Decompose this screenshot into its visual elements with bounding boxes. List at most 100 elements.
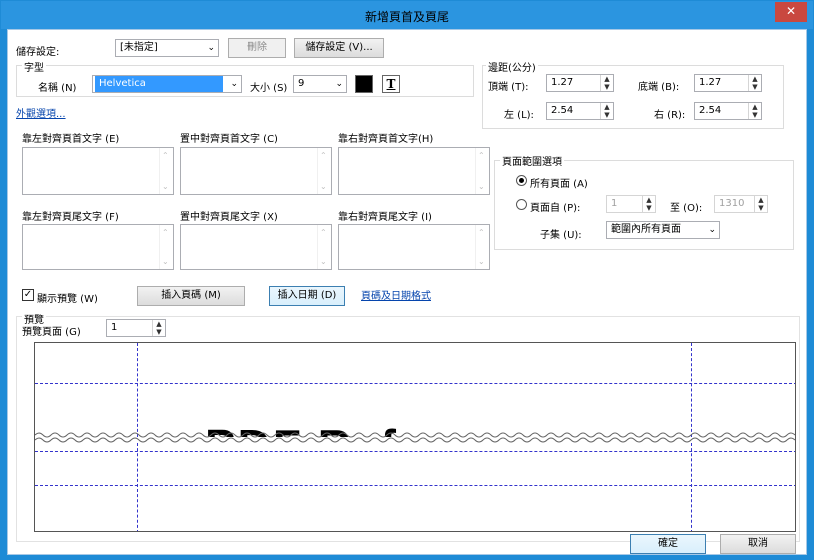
scrollbar[interactable]: ⌃ ⌄ [159,148,173,194]
preview-canvas: PDF Ref [34,342,796,532]
all-pages-label: 所有頁面 (A) [530,179,588,190]
spinner-arrows-icon[interactable]: ▲ ▼ [600,75,613,91]
appearance-options-link[interactable]: 外觀選項... [16,105,66,120]
spinner-arrows-icon[interactable]: ▲ ▼ [152,320,165,336]
scroll-down-icon[interactable]: ⌄ [162,182,169,191]
margin-bottom-value: 1.27 [699,77,722,88]
preview-page-value: 1 [111,322,118,333]
scroll-up-icon[interactable]: ⌃ [162,228,169,237]
page-to-value: 1310 [719,198,745,209]
scrollbar[interactable]: ⌃ ⌄ [159,225,173,269]
close-button[interactable]: ✕ [775,2,807,22]
dialog-body: 儲存設定: [未指定] ⌄ 刪除 儲存設定 (V)... 字型 名稱 (N) H… [7,29,807,555]
scrollbar[interactable]: ⌃ ⌄ [317,148,331,194]
margin-right-value: 2.54 [699,105,722,116]
subset-dropdown[interactable]: 範圍內所有頁面 ⌄ [606,221,720,239]
footer-right-textarea[interactable]: ⌃ ⌄ [338,224,490,270]
page-to-label: 至 (O): [670,203,703,214]
margin-top-label: 頂端 (T): [488,82,529,93]
margin-left-label: 左 (L): [504,110,534,121]
scroll-up-icon[interactable]: ⌃ [478,228,485,237]
scroll-down-icon[interactable]: ⌄ [162,257,169,266]
scroll-down-icon[interactable]: ⌄ [478,257,485,266]
page-break-wave [35,432,795,443]
font-color-swatch[interactable] [355,75,373,93]
header-center-textarea[interactable]: ⌃ ⌄ [180,147,332,195]
font-size-dropdown[interactable]: 9 ⌄ [293,75,347,93]
footer-right-label: 靠右對齊頁尾文字 (I) [338,212,432,223]
font-name-label: 名稱 (N) [38,83,77,94]
scroll-down-icon[interactable]: ⌄ [320,182,327,191]
font-size-label: 大小 (S) [250,83,288,94]
show-preview-label: 顯示預覽 (W) [37,294,98,305]
ok-button[interactable]: 確定 [630,534,706,554]
header-margin-guide-lower [35,451,795,452]
scroll-down-icon[interactable]: ⌄ [320,257,327,266]
underline-icon[interactable]: T [382,75,400,93]
saved-settings-value: [未指定] [120,42,158,53]
footer-left-label: 靠左對齊頁尾文字 (F) [22,212,119,223]
header-right-textarea[interactable]: ⌃ ⌄ [338,147,490,195]
scroll-up-icon[interactable]: ⌃ [162,151,169,160]
scrollbar[interactable]: ⌃ ⌄ [317,225,331,269]
pages-from-radio[interactable] [516,199,527,210]
page-range-group-label: 頁面範圍選項 [500,153,564,168]
save-settings-button[interactable]: 儲存設定 (V)... [294,38,384,58]
chevron-down-icon: ⌄ [708,225,716,235]
chevron-down-icon: ⌄ [230,79,238,89]
header-center-label: 置中對齊頁首文字 (C) [180,134,278,145]
page-to-spinner[interactable]: 1310 ▲ ▼ [714,195,768,213]
margin-left-value: 2.54 [551,105,574,116]
chevron-down-icon: ⌄ [335,79,343,89]
all-pages-radio[interactable] [516,175,527,186]
header-left-label: 靠左對齊頁首文字 (E) [22,134,120,145]
preview-page-spinner[interactable]: 1 ▲ ▼ [106,319,166,337]
cancel-button[interactable]: 取消 [720,534,796,554]
margin-top-spinner[interactable]: 1.27 ▲ ▼ [546,74,614,92]
chevron-down-icon: ⌄ [207,43,215,53]
pages-from-label: 頁面自 (P): [530,203,581,214]
spinner-arrows-icon[interactable]: ▲ ▼ [754,196,767,212]
margin-bottom-label: 底端 (B): [638,82,680,93]
scrollbar[interactable]: ⌃ ⌄ [475,148,489,194]
spinner-arrows-icon[interactable]: ▲ ▼ [748,75,761,91]
footer-center-textarea[interactable]: ⌃ ⌄ [180,224,332,270]
scroll-up-icon[interactable]: ⌃ [478,151,485,160]
saved-settings-dropdown[interactable]: [未指定] ⌄ [115,39,219,57]
footer-center-label: 置中對齊頁尾文字 (X) [180,212,278,223]
margin-right-spinner[interactable]: 2.54 ▲ ▼ [694,102,762,120]
delete-button[interactable]: 刪除 [228,38,286,58]
page-from-spinner[interactable]: 1 ▲ ▼ [606,195,656,213]
header-left-textarea[interactable]: ⌃ ⌄ [22,147,174,195]
page-from-value: 1 [611,198,618,209]
dialog-title: 新增頁首及頁尾 [364,10,449,24]
font-group-label: 字型 [22,59,46,74]
margin-left-spinner[interactable]: 2.54 ▲ ▼ [546,102,614,120]
scroll-down-icon[interactable]: ⌄ [478,182,485,191]
preview-page-label: 預覽頁面 (G) [22,327,81,338]
footer-left-textarea[interactable]: ⌃ ⌄ [22,224,174,270]
title-bar[interactable]: 新增頁首及頁尾 ✕ [1,1,813,29]
scroll-up-icon[interactable]: ⌃ [320,228,327,237]
spinner-arrows-icon[interactable]: ▲ ▼ [642,196,655,212]
margin-right-label: 右 (R): [654,110,686,121]
insert-date-button[interactable]: 插入日期 (D) [269,286,345,306]
spinner-arrows-icon[interactable]: ▲ ▼ [748,103,761,119]
saved-settings-label: 儲存設定: [16,47,60,58]
scrollbar[interactable]: ⌃ ⌄ [475,225,489,269]
show-preview-checkbox[interactable]: ✓ [22,289,34,301]
font-name-dropdown[interactable]: Helvetica ⌄ [92,75,242,93]
header-right-label: 靠右對齊頁首文字(H) [338,134,434,145]
scroll-up-icon[interactable]: ⌃ [320,151,327,160]
insert-page-number-button[interactable]: 插入頁碼 (M) [137,286,245,306]
dialog-window: 新增頁首及頁尾 ✕ 儲存設定: [未指定] ⌄ 刪除 儲存設定 (V)... 字… [0,0,814,560]
margins-group-label: 邊距(公分) [486,59,538,74]
spinner-arrows-icon[interactable]: ▲ ▼ [600,103,613,119]
page-date-format-link[interactable]: 頁碼及日期格式 [361,287,431,302]
font-size-value: 9 [298,78,305,89]
subset-value: 範圍內所有頁面 [611,224,681,235]
footer-margin-guide-lower [35,485,795,486]
margin-top-value: 1.27 [551,77,574,88]
left-margin-guide-lower [137,443,138,531]
margin-bottom-spinner[interactable]: 1.27 ▲ ▼ [694,74,762,92]
